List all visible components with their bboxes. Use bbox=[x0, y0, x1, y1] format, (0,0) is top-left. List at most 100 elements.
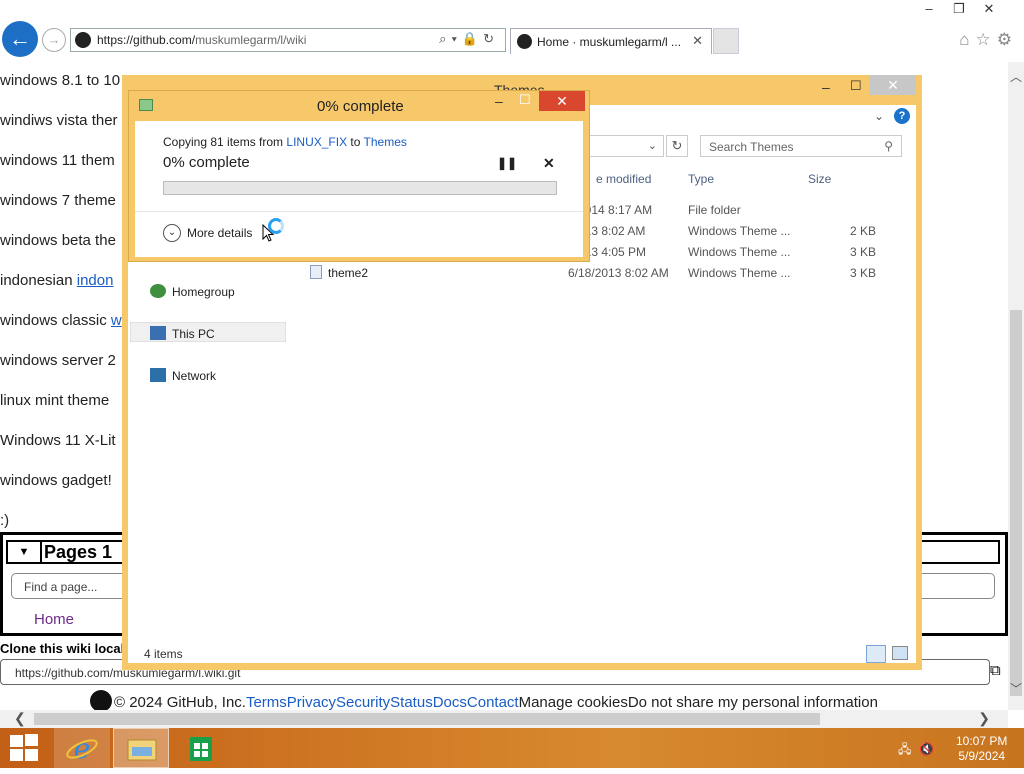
wiki-line: windows 11 them bbox=[0, 152, 115, 169]
destination-folder-link[interactable]: Themes bbox=[364, 135, 407, 149]
folder-icon bbox=[127, 739, 157, 761]
restore-button[interactable]: ❐ bbox=[944, 1, 974, 17]
wiki-line: windows gadget! bbox=[0, 472, 112, 489]
nav-network[interactable]: Network bbox=[150, 368, 216, 383]
explorer-close-button[interactable]: ✕ bbox=[870, 75, 916, 95]
cancel-icon[interactable]: ✕ bbox=[543, 155, 555, 172]
address-bar[interactable]: https://github.com/muskumlegarm/l/wiki ⌕… bbox=[70, 28, 506, 52]
dialog-maximize-button[interactable]: ☐ bbox=[519, 92, 531, 108]
wiki-line: linux mint theme bbox=[0, 392, 110, 409]
file-name: theme2 bbox=[328, 266, 369, 280]
scroll-right-icon[interactable]: ❯ bbox=[978, 710, 990, 727]
ribbon-expand-icon[interactable]: ⌄ bbox=[874, 109, 884, 123]
scroll-down-icon[interactable]: ﹀ bbox=[1010, 680, 1022, 697]
computer-icon bbox=[150, 326, 166, 340]
taskbar-ie-button[interactable]: e bbox=[54, 728, 110, 768]
chevron-down-icon[interactable]: ⌄ bbox=[648, 139, 657, 152]
dialog-title: 0% complete bbox=[317, 98, 404, 115]
copy-progress-dialog: 0% complete – ☐ ✕ Copying 81 items from … bbox=[128, 90, 590, 262]
file-type: Windows Theme ... bbox=[688, 266, 791, 280]
wiki-link[interactable]: indon bbox=[77, 272, 114, 289]
file-size: 3 KB bbox=[850, 245, 877, 259]
github-favicon-icon bbox=[517, 34, 532, 49]
file-size: 3 KB bbox=[850, 266, 877, 280]
nav-homegroup[interactable]: Homegroup bbox=[150, 284, 235, 299]
system-tray-icons[interactable]: 🖧🔇 bbox=[898, 740, 942, 761]
footer-link[interactable]: Contact bbox=[467, 694, 519, 711]
column-size[interactable]: Size bbox=[808, 172, 831, 186]
network-icon bbox=[150, 368, 166, 382]
scroll-thumb[interactable] bbox=[1010, 310, 1022, 696]
window-controls: – ❐ ✕ bbox=[914, 0, 1024, 20]
wiki-link[interactable]: w bbox=[111, 312, 122, 329]
footer-link[interactable]: Docs bbox=[433, 694, 467, 711]
more-details-button[interactable]: More details bbox=[187, 226, 252, 240]
source-folder-link[interactable]: LINUX_FIX bbox=[286, 135, 347, 149]
wiki-line: windows server 2 bbox=[0, 352, 116, 369]
minimize-button[interactable]: – bbox=[914, 1, 944, 16]
explorer-search-input[interactable]: Search Themes ⚲ bbox=[700, 135, 902, 157]
wiki-line: :) bbox=[0, 512, 10, 529]
footer-link[interactable]: Status bbox=[390, 694, 433, 711]
file-type: Windows Theme ... bbox=[688, 245, 791, 259]
github-logo-icon bbox=[90, 690, 112, 712]
column-date-modified[interactable]: e modified bbox=[596, 172, 651, 186]
copy-icon bbox=[139, 99, 153, 111]
footer-link[interactable]: Security bbox=[336, 694, 390, 711]
footer-link[interactable]: Terms bbox=[246, 694, 287, 711]
pause-icon[interactable]: ❚❚ bbox=[497, 156, 517, 170]
progress-bar bbox=[163, 181, 557, 195]
address-bar-end[interactable]: ⌄ bbox=[588, 135, 664, 157]
taskbar-explorer-button[interactable] bbox=[113, 728, 169, 768]
scroll-thumb[interactable] bbox=[34, 713, 820, 725]
nav-this-pc[interactable]: This PC bbox=[150, 326, 215, 341]
file-type: Windows Theme ... bbox=[688, 224, 791, 238]
taskbar-store-button[interactable] bbox=[172, 728, 228, 768]
help-icon[interactable]: ? bbox=[894, 108, 910, 124]
refresh-icon[interactable]: ↻ bbox=[666, 135, 688, 157]
horizontal-scrollbar[interactable]: ❮ ❯ bbox=[0, 710, 1008, 728]
large-icons-view-icon[interactable] bbox=[892, 646, 908, 660]
address-tools-icon[interactable]: ⌕▾🔒↻ bbox=[439, 31, 499, 47]
scroll-left-icon[interactable]: ❮ bbox=[14, 710, 26, 727]
divider bbox=[135, 211, 583, 212]
explorer-minimize-button[interactable]: – bbox=[822, 79, 830, 95]
home-page-link[interactable]: Home bbox=[34, 611, 74, 628]
wiki-line: windows beta the bbox=[0, 232, 116, 249]
svg-text:e: e bbox=[74, 732, 91, 765]
browser-tab[interactable]: Home · muskumlegarm/l ... ✕ bbox=[510, 28, 712, 54]
tab-close-icon[interactable]: ✕ bbox=[692, 33, 703, 49]
dialog-close-button[interactable]: ✕ bbox=[539, 91, 585, 111]
start-button[interactable] bbox=[10, 734, 40, 762]
forward-button[interactable]: → bbox=[42, 28, 66, 52]
file-modified: 6/18/2013 8:02 AM bbox=[568, 266, 669, 280]
footer-manage-cookies[interactable]: Manage cookies bbox=[519, 694, 628, 711]
new-tab-button[interactable] bbox=[713, 28, 739, 54]
wiki-line: windows classic w bbox=[0, 312, 122, 329]
back-button[interactable]: ← bbox=[2, 21, 38, 57]
column-type[interactable]: Type bbox=[688, 172, 714, 186]
taskbar: e 🖧🔇 bbox=[0, 728, 1024, 768]
footer-no-share[interactable]: Do not share my personal information bbox=[628, 694, 878, 711]
pages-title: Pages 1 bbox=[44, 542, 113, 562]
ie-toolbar-icons[interactable]: ⌂☆⚙ bbox=[959, 30, 1018, 50]
vertical-scrollbar[interactable]: ︿ ﹀ bbox=[1008, 62, 1024, 710]
explorer-maximize-button[interactable]: ☐ bbox=[850, 78, 862, 94]
wiki-line: windiws vista ther bbox=[0, 112, 118, 129]
chevron-down-icon[interactable]: ▼ bbox=[8, 542, 42, 562]
dialog-minimize-button[interactable]: – bbox=[495, 93, 503, 109]
address-url: https://github.com/muskumlegarm/l/wiki bbox=[97, 33, 307, 47]
copy-icon[interactable]: ⧉ bbox=[990, 662, 1001, 679]
taskbar-clock[interactable]: 10:07 PM 5/9/2024 bbox=[956, 734, 1007, 764]
details-view-icon[interactable] bbox=[866, 645, 886, 663]
close-button[interactable]: ✕ bbox=[974, 1, 1004, 17]
footer-link[interactable]: Privacy bbox=[287, 694, 336, 711]
chevron-down-icon[interactable]: ⌄ bbox=[163, 224, 181, 242]
github-favicon-icon bbox=[75, 32, 91, 48]
homegroup-icon bbox=[150, 284, 166, 298]
wiki-line: windows 8.1 to 10 bbox=[0, 72, 121, 89]
footer-copyright: © 2024 GitHub, Inc. bbox=[114, 694, 246, 711]
store-icon bbox=[190, 737, 212, 761]
file-row[interactable]: theme2 6/18/2013 8:02 AM Windows Theme ...… bbox=[122, 264, 902, 284]
scroll-up-icon[interactable]: ︿ bbox=[1010, 68, 1022, 85]
